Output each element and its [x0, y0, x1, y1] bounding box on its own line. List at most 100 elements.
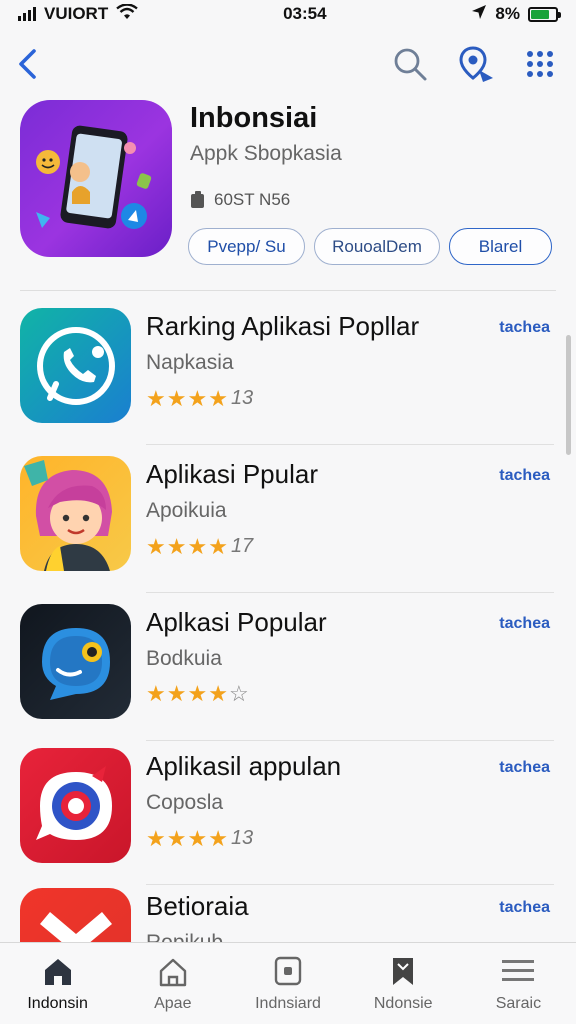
star-icon: ★: [208, 825, 228, 851]
tab-search[interactable]: Saraic: [461, 943, 576, 1024]
scrollbar[interactable]: [566, 335, 571, 455]
grid-icon: [527, 51, 553, 77]
battery-percent: 8%: [495, 4, 520, 23]
chat-target-icon: [36, 766, 112, 840]
action-button-2[interactable]: RouoalDem: [314, 228, 440, 265]
get-button[interactable]: tachea: [499, 467, 550, 485]
wifi-icon: [116, 2, 138, 25]
tab-label: Saraic: [495, 995, 542, 1012]
app-title: Rarking Aplikasi Popllar: [146, 311, 420, 341]
star-icon: ★: [187, 533, 208, 559]
tab-label: Apae: [154, 995, 192, 1012]
tab-label: Indnsiard: [255, 995, 321, 1012]
get-button[interactable]: tachea: [499, 899, 550, 917]
featured-app-actions: Pvepp/ Su RouoalDem Blarel: [188, 228, 552, 265]
carrier-label: VUIORT: [44, 4, 109, 23]
document-icon: [191, 191, 204, 208]
star-icon: ★: [166, 825, 187, 851]
list-item[interactable]: Aplkasi Popular Bodkuia ★ ★ ★ ★ ☆ tachea: [0, 601, 576, 741]
app-category: Coposla: [146, 791, 224, 814]
star-icon: ★: [166, 533, 187, 559]
search-icon: [394, 48, 427, 81]
row-divider: [146, 444, 554, 445]
row-divider: [146, 592, 554, 593]
status-bar: VUIORT 03:54 8%: [0, 0, 576, 28]
status-left: VUIORT: [18, 2, 138, 25]
star-icon: ★: [187, 385, 208, 411]
get-button[interactable]: tachea: [499, 319, 550, 337]
featured-app-meta: 60ST N56: [190, 190, 290, 210]
star-rating: ★ ★ ★ ★ 17: [146, 535, 253, 558]
featured-app-icon[interactable]: [20, 100, 172, 257]
star-icon: ★: [146, 681, 166, 706]
rating-count: 17: [230, 535, 254, 557]
app-category: Apoikuia: [146, 499, 227, 522]
app-category: Bodkuia: [146, 647, 222, 670]
app-icon: [20, 456, 131, 571]
featured-app-title: Inbonsiai: [190, 102, 318, 134]
list-item[interactable]: Rarking Aplikasi Popllar Napkasia ★ ★ ★ ★ 1…: [0, 305, 576, 445]
star-icon: ★: [208, 533, 228, 559]
tab-home[interactable]: Indonsin: [0, 943, 115, 1024]
box-icon: [270, 953, 306, 989]
star-rating: ★ ★ ★ ★ 13: [146, 387, 253, 410]
row-divider: [146, 740, 554, 741]
section-divider: [20, 290, 556, 291]
tab-updates[interactable]: Indnsiard: [230, 943, 345, 1024]
phone-chat-icon: [37, 327, 115, 405]
star-icon: ★: [187, 825, 208, 851]
app-category: Napkasia: [146, 351, 234, 374]
star-icon: ★: [166, 385, 187, 411]
house-outline-icon: [155, 953, 191, 989]
home-icon: [40, 953, 76, 989]
bookmark-icon: [385, 953, 421, 989]
signal-icon: [18, 7, 36, 21]
location-pin-icon: [459, 46, 493, 82]
location-button[interactable]: [457, 44, 497, 84]
status-right: 8%: [471, 4, 561, 25]
star-outline-icon: ☆: [228, 681, 249, 706]
phone-emoji-icon: [36, 125, 152, 229]
tab-label: Ndonsie: [373, 995, 433, 1012]
star-rating: ★ ★ ★ ★ 13: [146, 827, 253, 850]
chat-bubble-icon: [42, 628, 110, 700]
rating-count: 13: [230, 387, 254, 409]
battery-icon: [527, 6, 561, 22]
chevron-left-icon: [19, 49, 36, 79]
star-icon: ★: [146, 825, 166, 851]
back-button[interactable]: [8, 44, 48, 84]
star-icon: ★: [146, 385, 166, 411]
star-icon: ★: [187, 681, 208, 706]
featured-app: Inbonsiai Appk Sbopkasia 60ST N56 Pvepp/…: [20, 100, 560, 270]
app-title: Betioraia: [146, 891, 249, 921]
tab-bar: Indonsin Apae Indnsiard Ndonsie Saraic: [0, 942, 576, 1024]
get-button[interactable]: tachea: [499, 615, 550, 633]
location-arrow-icon: [471, 4, 487, 25]
star-icon: ★: [208, 681, 228, 706]
list-item[interactable]: Aplikasil appulan Coposla ★ ★ ★ ★ 13 tachea: [0, 745, 576, 885]
menu-icon: [500, 953, 536, 989]
grid-button[interactable]: [520, 44, 560, 84]
nav-bar: [0, 38, 576, 90]
star-icon: ★: [146, 533, 166, 559]
app-icon: [20, 308, 131, 423]
featured-app-meta-text: 60ST N56: [214, 190, 291, 209]
rating-count: 13: [230, 827, 254, 849]
action-button-1[interactable]: Pvepp/ Su: [188, 228, 305, 265]
get-button[interactable]: tachea: [499, 759, 550, 777]
tab-apps[interactable]: Apae: [115, 943, 230, 1024]
featured-app-subtitle: Appk Sbopkasia: [190, 142, 342, 165]
tab-label: Indonsin: [27, 995, 88, 1012]
app-title: Aplkasi Popular: [146, 607, 327, 637]
app-icon: [20, 604, 131, 719]
app-icon: [20, 748, 131, 863]
tab-bookmarks[interactable]: Ndonsie: [346, 943, 461, 1024]
character-avatar-icon: [24, 460, 112, 571]
clock: 03:54: [283, 4, 327, 23]
app-title: Aplikasi Ppular: [146, 459, 318, 489]
search-button[interactable]: [390, 44, 430, 84]
star-rating: ★ ★ ★ ★ ☆: [146, 683, 252, 705]
star-icon: ★: [166, 681, 187, 706]
action-button-3[interactable]: Blarel: [449, 228, 552, 265]
list-item[interactable]: Aplikasi Ppular Apoikuia ★ ★ ★ ★ 17 tachea: [0, 453, 576, 593]
